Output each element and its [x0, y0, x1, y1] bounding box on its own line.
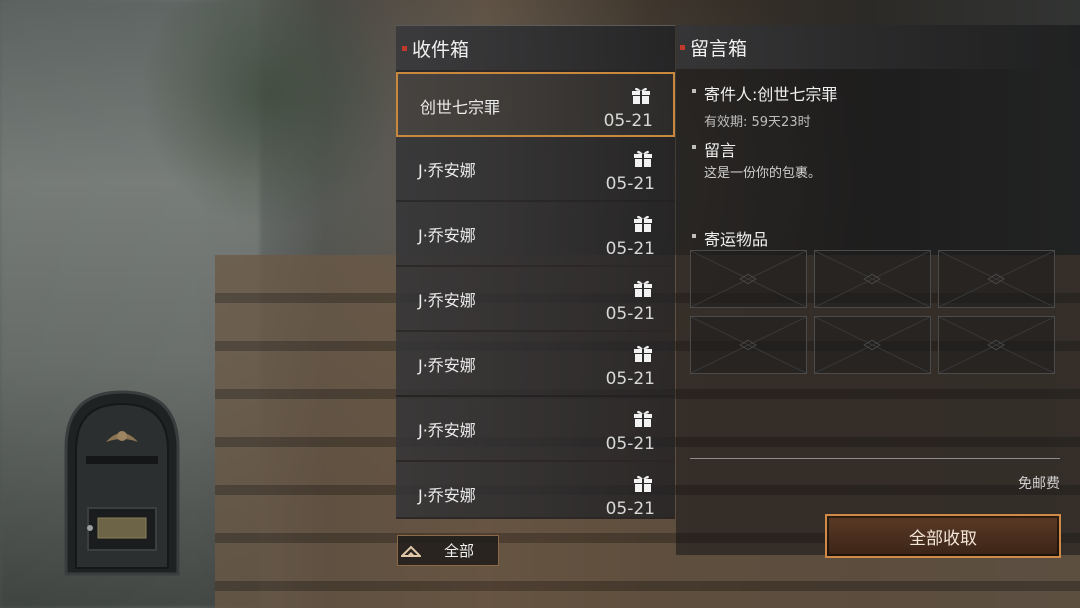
mail-item[interactable]: J·乔安娜 05-21	[396, 202, 675, 265]
item-slot-grid	[690, 250, 1058, 374]
mail-item[interactable]: J·乔安娜 05-21	[396, 397, 675, 460]
validity-text: 有效期: 59天23时	[704, 115, 811, 130]
postage-text: 免邮费	[1018, 476, 1060, 492]
gift-icon	[634, 280, 652, 297]
mail-item[interactable]: J·乔安娜 05-21	[396, 267, 675, 330]
gift-icon	[634, 215, 652, 232]
mail-date: 05-21	[605, 434, 655, 454]
message-title: 留言箱	[690, 37, 748, 60]
message-label: 留言	[704, 141, 737, 160]
message-panel: 留言箱 寄件人:创世七宗罪 有效期: 59天23时 留言 这是一份你的包裹。 寄…	[676, 25, 1080, 558]
inbox-title: 收件箱	[412, 38, 470, 61]
item-slot[interactable]	[938, 250, 1055, 308]
mail-item[interactable]: 创世七宗罪 05-21	[396, 72, 675, 137]
gift-icon	[634, 345, 652, 362]
divider	[690, 458, 1060, 459]
collect-all-button[interactable]: 全部收取	[825, 514, 1061, 558]
item-slot[interactable]	[938, 316, 1055, 374]
mail-sender: J·乔安娜	[418, 291, 476, 310]
gift-icon	[634, 410, 652, 427]
mail-sender: J·乔安娜	[418, 161, 476, 180]
mail-sender: J·乔安娜	[418, 356, 476, 375]
bullet-icon	[692, 89, 696, 93]
header-marker	[680, 44, 685, 50]
mail-sender: J·乔安娜	[418, 421, 476, 440]
message-header: 留言箱	[676, 25, 1080, 69]
mail-list[interactable]: 创世七宗罪 05-21 J·乔安娜 05-21 J·乔安娜 05-21 J·乔安…	[396, 72, 675, 517]
mail-date: 05-21	[605, 304, 655, 324]
item-slot[interactable]	[690, 316, 807, 374]
item-slot[interactable]	[814, 316, 931, 374]
gift-icon	[632, 87, 650, 104]
mail-date: 05-21	[605, 499, 655, 517]
background-tree	[140, 0, 400, 230]
mail-sender: 创世七宗罪	[420, 98, 501, 117]
collapse-arrow-icon	[398, 535, 424, 566]
message-body: 这是一份你的包裹。	[704, 166, 822, 181]
collect-all-label: 全部收取	[909, 528, 977, 549]
item-slot[interactable]	[690, 250, 807, 308]
gift-icon	[634, 150, 652, 167]
mail-item[interactable]: J·乔安娜 05-21	[396, 332, 675, 395]
inbox-header: 收件箱	[396, 26, 675, 70]
items-label: 寄运物品	[704, 230, 769, 249]
mail-date: 05-21	[605, 239, 655, 259]
bullet-icon	[692, 234, 696, 238]
mail-item[interactable]: J·乔安娜 05-21	[396, 462, 675, 517]
filter-all-button[interactable]: 全部	[397, 535, 499, 566]
mail-date: 05-21	[603, 111, 653, 131]
mail-sender: J·乔安娜	[418, 486, 476, 505]
sender-line: 寄件人:创世七宗罪	[704, 85, 838, 104]
item-slot[interactable]	[814, 250, 931, 308]
bullet-icon	[692, 145, 696, 149]
mail-sender: J·乔安娜	[418, 226, 476, 245]
mail-item[interactable]: J·乔安娜 05-21	[396, 137, 675, 200]
mailbox-illustration	[64, 390, 180, 576]
mail-date: 05-21	[605, 369, 655, 389]
gift-icon	[634, 475, 652, 492]
mail-date: 05-21	[605, 174, 655, 194]
filter-all-label: 全部	[444, 542, 475, 560]
inbox-panel: 收件箱 创世七宗罪 05-21 J·乔安娜 05-21 J·乔安娜 05-21 …	[396, 25, 675, 519]
header-marker	[402, 45, 407, 51]
